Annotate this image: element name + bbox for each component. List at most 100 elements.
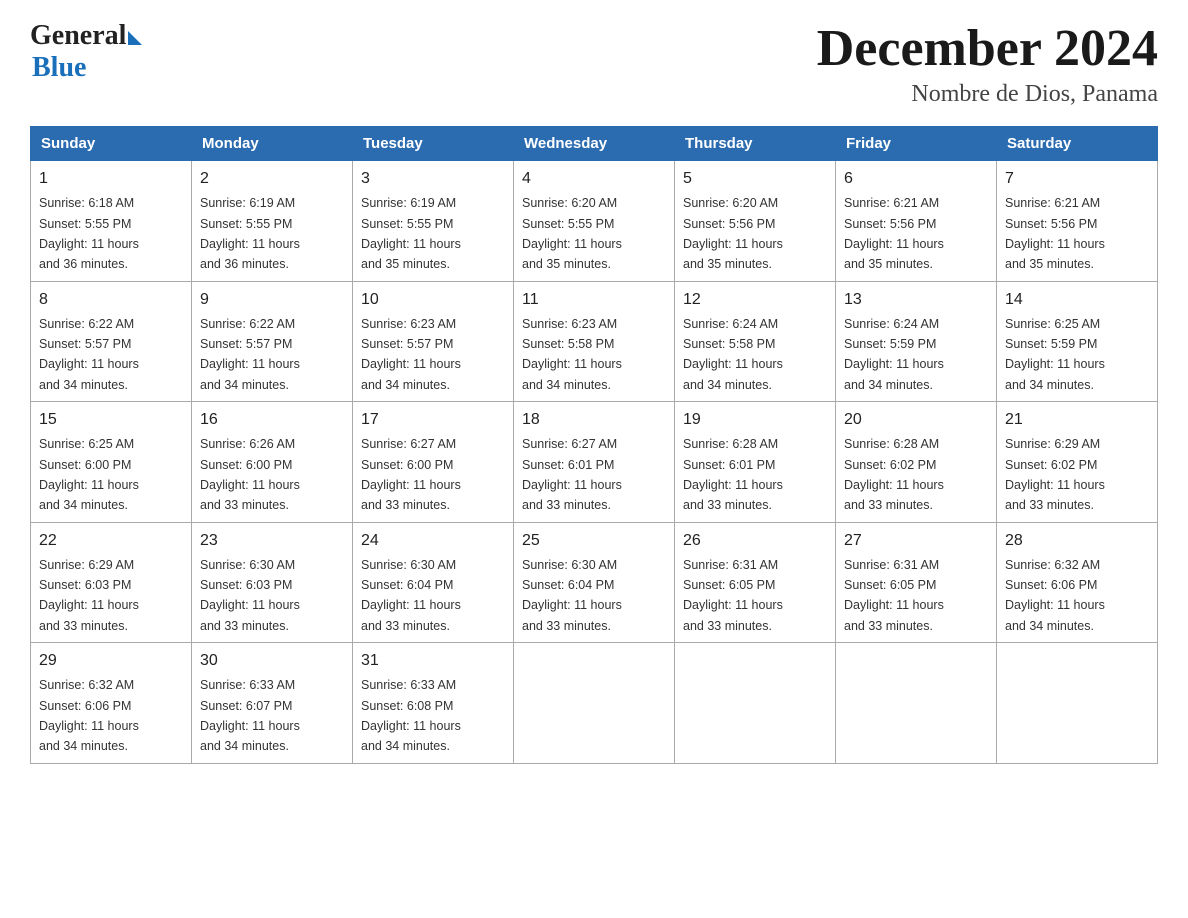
calendar-day-header: Wednesday bbox=[514, 127, 675, 161]
calendar-week-row: 15Sunrise: 6:25 AM Sunset: 6:00 PM Dayli… bbox=[31, 402, 1158, 523]
day-info: Sunrise: 6:32 AM Sunset: 6:06 PM Dayligh… bbox=[39, 678, 139, 753]
day-info: Sunrise: 6:30 AM Sunset: 6:03 PM Dayligh… bbox=[200, 558, 300, 633]
day-number: 10 bbox=[361, 288, 505, 312]
day-info: Sunrise: 6:21 AM Sunset: 5:56 PM Dayligh… bbox=[1005, 196, 1105, 271]
day-info: Sunrise: 6:26 AM Sunset: 6:00 PM Dayligh… bbox=[200, 437, 300, 512]
calendar-day-cell: 1 Sunrise: 6:18 AM Sunset: 5:55 PM Daylig… bbox=[31, 161, 192, 282]
day-number: 29 bbox=[39, 649, 183, 673]
logo-blue-text: Blue bbox=[32, 52, 86, 83]
calendar-day-cell: 5Sunrise: 6:20 AM Sunset: 5:56 PM Daylig… bbox=[675, 161, 836, 282]
calendar-day-cell: 21 Sunrise: 6:29 AM Sunset: 6:02 PM Dayli… bbox=[997, 402, 1158, 523]
day-number: 5 bbox=[683, 167, 827, 191]
day-number: 20 bbox=[844, 408, 988, 432]
day-number: 2 bbox=[200, 167, 344, 191]
day-info: Sunrise: 6:19 AM Sunset: 5:55 PM Dayligh… bbox=[361, 196, 461, 271]
calendar-day-cell: 16 Sunrise: 6:26 AM Sunset: 6:00 PM Dayli… bbox=[192, 402, 353, 523]
calendar-day-cell: 9Sunrise: 6:22 AM Sunset: 5:57 PM Daylig… bbox=[192, 281, 353, 402]
calendar-day-cell: 19 Sunrise: 6:28 AM Sunset: 6:01 PM Dayli… bbox=[675, 402, 836, 523]
day-number: 27 bbox=[844, 529, 988, 553]
day-info: Sunrise: 6:32 AM Sunset: 6:06 PM Dayligh… bbox=[1005, 558, 1105, 633]
calendar-week-row: 8Sunrise: 6:22 AM Sunset: 5:57 PM Daylig… bbox=[31, 281, 1158, 402]
calendar-day-cell: 22Sunrise: 6:29 AM Sunset: 6:03 PM Dayli… bbox=[31, 522, 192, 643]
calendar-day-cell: 4Sunrise: 6:20 AM Sunset: 5:55 PM Daylig… bbox=[514, 161, 675, 282]
day-info: Sunrise: 6:28 AM Sunset: 6:02 PM Dayligh… bbox=[844, 437, 944, 512]
day-number: 23 bbox=[200, 529, 344, 553]
calendar-day-cell: 28 Sunrise: 6:32 AM Sunset: 6:06 PM Dayli… bbox=[997, 522, 1158, 643]
day-info: Sunrise: 6:30 AM Sunset: 6:04 PM Dayligh… bbox=[361, 558, 461, 633]
day-info: Sunrise: 6:24 AM Sunset: 5:58 PM Dayligh… bbox=[683, 317, 783, 392]
calendar-header-row: SundayMondayTuesdayWednesdayThursdayFrid… bbox=[31, 127, 1158, 161]
title-block: December 2024 Nombre de Dios, Panama bbox=[817, 20, 1158, 108]
calendar-day-cell bbox=[836, 643, 997, 764]
day-number: 24 bbox=[361, 529, 505, 553]
day-info: Sunrise: 6:31 AM Sunset: 6:05 PM Dayligh… bbox=[683, 558, 783, 633]
day-info: Sunrise: 6:27 AM Sunset: 6:01 PM Dayligh… bbox=[522, 437, 622, 512]
day-info: Sunrise: 6:30 AM Sunset: 6:04 PM Dayligh… bbox=[522, 558, 622, 633]
calendar-day-cell: 23 Sunrise: 6:30 AM Sunset: 6:03 PM Dayli… bbox=[192, 522, 353, 643]
day-number: 30 bbox=[200, 649, 344, 673]
day-info: Sunrise: 6:23 AM Sunset: 5:58 PM Dayligh… bbox=[522, 317, 622, 392]
day-info: Sunrise: 6:25 AM Sunset: 6:00 PM Dayligh… bbox=[39, 437, 139, 512]
day-number: 9 bbox=[200, 288, 344, 312]
day-info: Sunrise: 6:22 AM Sunset: 5:57 PM Dayligh… bbox=[39, 317, 139, 392]
day-info: Sunrise: 6:18 AM Sunset: 5:55 PM Dayligh… bbox=[39, 196, 139, 271]
calendar-day-header: Friday bbox=[836, 127, 997, 161]
day-number: 16 bbox=[200, 408, 344, 432]
day-info: Sunrise: 6:21 AM Sunset: 5:56 PM Dayligh… bbox=[844, 196, 944, 271]
day-number: 4 bbox=[522, 167, 666, 191]
day-info: Sunrise: 6:33 AM Sunset: 6:08 PM Dayligh… bbox=[361, 678, 461, 753]
day-number: 21 bbox=[1005, 408, 1149, 432]
day-number: 1 bbox=[39, 167, 183, 191]
logo: General Blue bbox=[30, 20, 142, 84]
page-header: General Blue December 2024 Nombre de Dio… bbox=[30, 20, 1158, 108]
calendar-day-cell: 27 Sunrise: 6:31 AM Sunset: 6:05 PM Dayli… bbox=[836, 522, 997, 643]
calendar-day-cell: 18Sunrise: 6:27 AM Sunset: 6:01 PM Dayli… bbox=[514, 402, 675, 523]
calendar-week-row: 29 Sunrise: 6:32 AM Sunset: 6:06 PM Dayli… bbox=[31, 643, 1158, 764]
logo-triangle-icon bbox=[128, 31, 142, 45]
day-number: 3 bbox=[361, 167, 505, 191]
calendar-table: SundayMondayTuesdayWednesdayThursdayFrid… bbox=[30, 126, 1158, 764]
calendar-day-cell: 29 Sunrise: 6:32 AM Sunset: 6:06 PM Dayli… bbox=[31, 643, 192, 764]
day-info: Sunrise: 6:27 AM Sunset: 6:00 PM Dayligh… bbox=[361, 437, 461, 512]
day-number: 12 bbox=[683, 288, 827, 312]
calendar-day-cell: 20 Sunrise: 6:28 AM Sunset: 6:02 PM Dayli… bbox=[836, 402, 997, 523]
calendar-week-row: 1 Sunrise: 6:18 AM Sunset: 5:55 PM Daylig… bbox=[31, 161, 1158, 282]
day-number: 31 bbox=[361, 649, 505, 673]
calendar-day-cell: 8Sunrise: 6:22 AM Sunset: 5:57 PM Daylig… bbox=[31, 281, 192, 402]
day-number: 6 bbox=[844, 167, 988, 191]
calendar-day-cell: 6 Sunrise: 6:21 AM Sunset: 5:56 PM Daylig… bbox=[836, 161, 997, 282]
calendar-day-cell: 7 Sunrise: 6:21 AM Sunset: 5:56 PM Daylig… bbox=[997, 161, 1158, 282]
calendar-day-cell: 31 Sunrise: 6:33 AM Sunset: 6:08 PM Dayli… bbox=[353, 643, 514, 764]
day-number: 14 bbox=[1005, 288, 1149, 312]
calendar-day-header: Monday bbox=[192, 127, 353, 161]
calendar-day-cell: 17Sunrise: 6:27 AM Sunset: 6:00 PM Dayli… bbox=[353, 402, 514, 523]
calendar-day-header: Tuesday bbox=[353, 127, 514, 161]
day-info: Sunrise: 6:29 AM Sunset: 6:02 PM Dayligh… bbox=[1005, 437, 1105, 512]
calendar-day-cell: 13Sunrise: 6:24 AM Sunset: 5:59 PM Dayli… bbox=[836, 281, 997, 402]
calendar-day-header: Saturday bbox=[997, 127, 1158, 161]
calendar-day-cell: 15Sunrise: 6:25 AM Sunset: 6:00 PM Dayli… bbox=[31, 402, 192, 523]
day-number: 11 bbox=[522, 288, 666, 312]
calendar-day-cell bbox=[997, 643, 1158, 764]
day-info: Sunrise: 6:28 AM Sunset: 6:01 PM Dayligh… bbox=[683, 437, 783, 512]
calendar-day-cell: 24 Sunrise: 6:30 AM Sunset: 6:04 PM Dayli… bbox=[353, 522, 514, 643]
day-number: 26 bbox=[683, 529, 827, 553]
calendar-day-cell: 14 Sunrise: 6:25 AM Sunset: 5:59 PM Dayli… bbox=[997, 281, 1158, 402]
calendar-day-cell: 12 Sunrise: 6:24 AM Sunset: 5:58 PM Dayli… bbox=[675, 281, 836, 402]
calendar-day-cell: 3 Sunrise: 6:19 AM Sunset: 5:55 PM Daylig… bbox=[353, 161, 514, 282]
day-info: Sunrise: 6:25 AM Sunset: 5:59 PM Dayligh… bbox=[1005, 317, 1105, 392]
calendar-week-row: 22Sunrise: 6:29 AM Sunset: 6:03 PM Dayli… bbox=[31, 522, 1158, 643]
day-info: Sunrise: 6:31 AM Sunset: 6:05 PM Dayligh… bbox=[844, 558, 944, 633]
day-info: Sunrise: 6:23 AM Sunset: 5:57 PM Dayligh… bbox=[361, 317, 461, 392]
day-number: 22 bbox=[39, 529, 183, 553]
calendar-day-cell: 10 Sunrise: 6:23 AM Sunset: 5:57 PM Dayli… bbox=[353, 281, 514, 402]
calendar-day-cell bbox=[514, 643, 675, 764]
day-number: 7 bbox=[1005, 167, 1149, 191]
calendar-day-cell: 2 Sunrise: 6:19 AM Sunset: 5:55 PM Daylig… bbox=[192, 161, 353, 282]
day-number: 19 bbox=[683, 408, 827, 432]
calendar-day-cell: 11 Sunrise: 6:23 AM Sunset: 5:58 PM Dayli… bbox=[514, 281, 675, 402]
calendar-day-cell: 26 Sunrise: 6:31 AM Sunset: 6:05 PM Dayli… bbox=[675, 522, 836, 643]
day-number: 13 bbox=[844, 288, 988, 312]
day-info: Sunrise: 6:19 AM Sunset: 5:55 PM Dayligh… bbox=[200, 196, 300, 271]
day-number: 28 bbox=[1005, 529, 1149, 553]
